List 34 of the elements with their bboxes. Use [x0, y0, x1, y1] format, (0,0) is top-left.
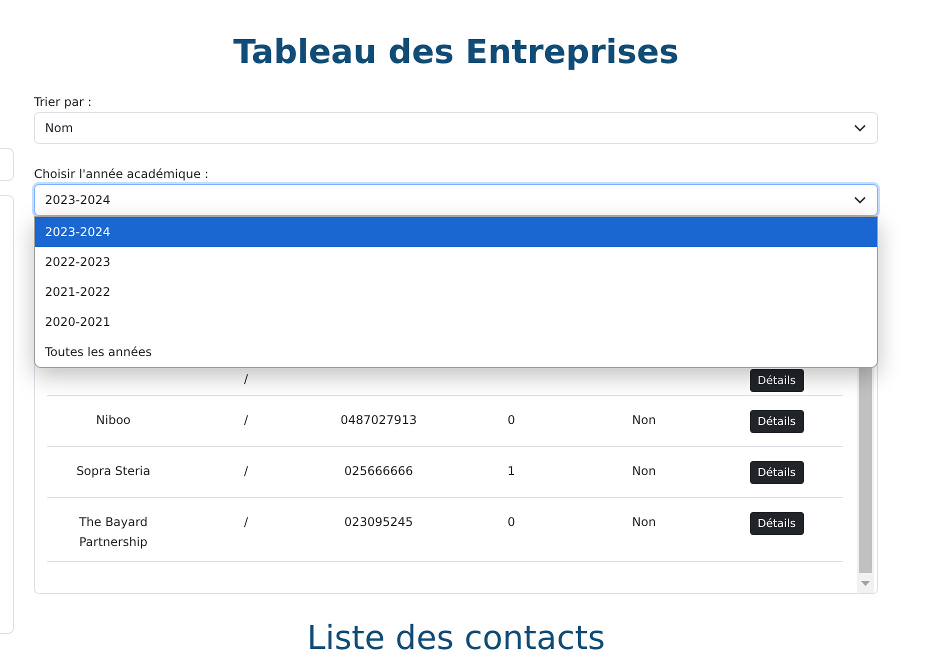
- chevron-down-icon: [854, 124, 866, 132]
- table-cell-text: 1: [506, 463, 516, 480]
- table-cell-text: 023095245: [343, 514, 414, 531]
- table-cell-text: Niboo: [95, 412, 132, 429]
- dropdown-option[interactable]: 2023-2024: [35, 217, 877, 247]
- table-cell-text: The Bayard Partnership: [78, 514, 149, 551]
- page-title: Tableau des Entreprises: [232, 31, 680, 73]
- dropdown-option[interactable]: 2020-2021: [35, 307, 877, 337]
- table-cell-text: 0487027913: [339, 412, 418, 429]
- details-button[interactable]: Détails: [750, 461, 804, 484]
- section-title: Liste des contacts: [306, 618, 606, 658]
- table-cell-text: Sopra Steria: [75, 463, 152, 480]
- table-cell-text: Non: [631, 514, 657, 531]
- table-cell-text: /: [242, 463, 250, 480]
- table-cell-text: 025666666: [343, 463, 414, 480]
- details-button[interactable]: Détails: [750, 369, 804, 392]
- table-cell-text: 0: [506, 514, 516, 531]
- table-cell-text: /: [242, 514, 250, 531]
- table-cell-text: /: [242, 371, 250, 388]
- table-cell-text: Non: [631, 463, 657, 480]
- details-button[interactable]: Détails: [750, 512, 804, 535]
- details-button[interactable]: Détails: [750, 410, 804, 433]
- field-label: Choisir l'année académique :: [34, 166, 210, 182]
- field-label: Trier par :: [34, 94, 93, 110]
- select-field[interactable]: Nom: [34, 112, 878, 144]
- table-cell-text: 0: [506, 412, 516, 429]
- side-panel: [0, 148, 14, 181]
- dropdown-option[interactable]: 2021-2022: [35, 277, 877, 307]
- dropdown-option[interactable]: 2022-2023: [35, 247, 877, 277]
- chevron-down-icon: [854, 196, 866, 204]
- select-field[interactable]: 2023-2024: [34, 184, 878, 216]
- table-cell-text: Non: [631, 412, 657, 429]
- table-cell-text: /: [242, 412, 250, 429]
- dropdown-option[interactable]: Toutes les années: [35, 337, 877, 367]
